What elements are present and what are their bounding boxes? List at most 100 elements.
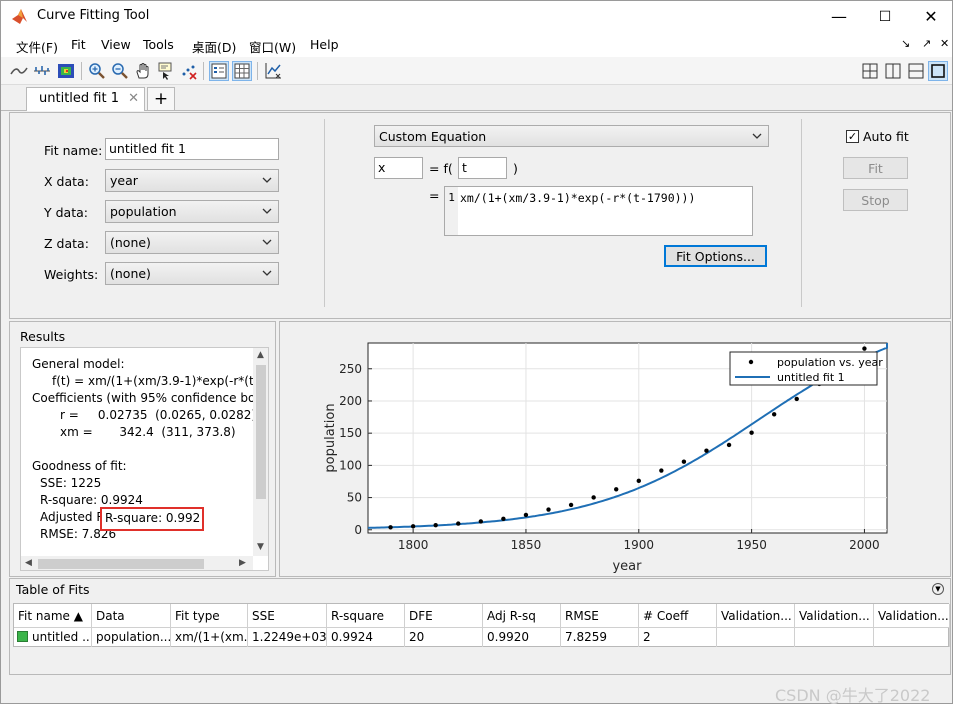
column-header-adj-r-sq[interactable]: Adj R-sq xyxy=(483,604,561,628)
y-tick-label: 250 xyxy=(339,362,362,376)
chevron-down-icon xyxy=(262,177,272,183)
column-header-rmse[interactable]: RMSE xyxy=(561,604,639,628)
menu-file[interactable]: 文件(F) xyxy=(16,37,58,56)
column-header-validation-3[interactable]: Validation... xyxy=(874,604,950,628)
x-tick-label: 1850 xyxy=(511,538,542,552)
data-point xyxy=(681,459,687,464)
matlab-logo-icon xyxy=(12,9,27,24)
grid-toggle-icon[interactable] xyxy=(232,61,252,81)
close-icon[interactable]: ✕ xyxy=(128,91,139,106)
results-line: R-square: 0.9924 xyxy=(40,493,143,507)
maximize-button[interactable]: ☐ xyxy=(862,1,908,32)
chevron-down-icon xyxy=(262,208,272,214)
undock-icon[interactable]: ↘ xyxy=(901,37,910,50)
watermark-text: CSDN @牛大了2022 xyxy=(775,686,931,705)
x-data-select[interactable]: year xyxy=(105,169,279,192)
column-header-coeff[interactable]: # Coeff xyxy=(639,604,717,628)
menu-desktop[interactable]: 桌面(D) xyxy=(192,37,236,56)
layout-single-icon[interactable] xyxy=(928,61,948,81)
layout-rows-icon[interactable] xyxy=(906,61,926,81)
z-data-select[interactable]: (none) xyxy=(105,231,279,254)
stop-button[interactable]: Stop xyxy=(843,189,908,211)
menu-help[interactable]: Help xyxy=(310,37,339,52)
chevron-down-icon xyxy=(752,133,762,139)
menu-view[interactable]: View xyxy=(101,37,131,52)
results-panel: Results General model: f(t) = xm/(1+(xm/… xyxy=(9,321,276,577)
independent-variable-input[interactable]: t xyxy=(458,157,507,179)
zoom-out-icon[interactable] xyxy=(110,61,130,81)
exclude-outliers-icon[interactable] xyxy=(179,61,199,81)
cell-dfe: 20 xyxy=(405,628,483,647)
y-tick-label: 100 xyxy=(339,458,362,472)
scroll-right-icon[interactable]: ▶ xyxy=(239,558,246,568)
results-text-area[interactable]: General model: f(t) = xm/(1+(xm/3.9-1)*e… xyxy=(20,347,269,571)
data-point xyxy=(636,478,641,484)
cell-validation-2 xyxy=(795,628,874,647)
new-fit-tab-button[interactable]: + xyxy=(147,87,175,111)
horizontal-scrollbar[interactable]: ◀ ▶ xyxy=(21,556,253,570)
axes-limits-icon[interactable] xyxy=(263,61,283,81)
dock-icon[interactable]: ↗ xyxy=(922,37,931,50)
layout-grid-icon[interactable] xyxy=(860,61,880,81)
toolbar xyxy=(1,57,952,85)
scroll-left-icon[interactable]: ◀ xyxy=(25,558,32,568)
column-header-r-square[interactable]: R-square xyxy=(327,604,405,628)
zoom-in-icon[interactable] xyxy=(87,61,107,81)
menu-fit[interactable]: Fit xyxy=(71,37,86,52)
equals-f-label: = f( xyxy=(429,161,453,176)
highlight-annotation: R-square: 0.992 xyxy=(100,507,204,531)
y-tick-label: 150 xyxy=(339,426,362,440)
menu-bar: 文件(F) Fit View Tools 桌面(D) 窗口(W) Help ↘ … xyxy=(1,32,952,57)
scrollbar-thumb[interactable] xyxy=(38,559,204,569)
data-cursor-icon[interactable] xyxy=(156,61,176,81)
column-header-sse[interactable]: SSE xyxy=(248,604,327,628)
fit-type-select[interactable]: Custom Equation xyxy=(374,125,769,147)
column-header-validation-2[interactable]: Validation... xyxy=(795,604,874,628)
vertical-scrollbar[interactable]: ▲ ▼ xyxy=(253,348,268,556)
fit-name-label: Fit name: xyxy=(44,143,103,158)
results-line: General model: xyxy=(32,357,125,371)
column-header-fit-name[interactable]: Fit name ▲ xyxy=(14,604,92,628)
fit-name-input[interactable]: untitled fit 1 xyxy=(105,138,279,160)
column-header-data[interactable]: Data xyxy=(92,604,171,628)
y-data-select[interactable]: population xyxy=(105,200,279,223)
tab-untitled-fit-1[interactable]: untitled fit 1 ✕ xyxy=(26,87,145,111)
toolbar-separator xyxy=(203,62,204,80)
y-data-label: Y data: xyxy=(44,205,88,220)
layout-columns-icon[interactable] xyxy=(883,61,903,81)
data-point xyxy=(388,525,393,530)
data-point xyxy=(704,448,709,453)
column-header-validation-1[interactable]: Validation... xyxy=(717,604,795,628)
minimize-button[interactable]: — xyxy=(816,1,862,32)
legend-toggle-icon[interactable] xyxy=(209,61,229,81)
main-plot-icon[interactable] xyxy=(9,61,29,81)
close-doc-icon[interactable]: ✕ xyxy=(940,37,949,50)
cell-fit-type: xm/(1+(xm... xyxy=(171,628,248,647)
data-point xyxy=(501,516,506,521)
menu-tools[interactable]: Tools xyxy=(143,37,174,52)
scroll-up-icon[interactable]: ▲ xyxy=(257,350,264,360)
dependent-variable-input[interactable]: x xyxy=(374,157,423,179)
legend[interactable]: population vs. year untitled fit 1 xyxy=(729,351,883,386)
fit-options-button[interactable]: Fit Options... xyxy=(664,245,767,267)
fit-button[interactable]: Fit xyxy=(843,157,908,179)
scrollbar-thumb[interactable] xyxy=(256,365,266,499)
menu-window[interactable]: 窗口(W) xyxy=(249,37,296,56)
equation-editor[interactable]: 1 xm/(1+(xm/3.9-1)*exp(-r*(t-1790))) xyxy=(444,186,753,236)
toolbar-separator xyxy=(257,62,258,80)
fit-plot[interactable]: 1800 1850 1900 1950 2000 0 50 100 150 200 250 year… xyxy=(280,322,950,576)
residuals-plot-icon[interactable] xyxy=(32,61,52,81)
auto-fit-checkbox[interactable]: ✓ xyxy=(846,130,859,143)
contour-plot-icon[interactable] xyxy=(56,61,76,81)
data-point xyxy=(591,495,596,500)
weights-select[interactable]: (none) xyxy=(105,262,279,285)
scroll-down-icon[interactable]: ▼ xyxy=(257,542,264,552)
column-header-fit-type[interactable]: Fit type xyxy=(171,604,248,628)
results-line: SSE: 1225 xyxy=(40,476,102,490)
collapse-icon[interactable]: ▼ xyxy=(932,583,944,595)
data-point xyxy=(771,412,777,417)
close-window-button[interactable]: ✕ xyxy=(908,1,952,32)
highlight-text: R-square: 0.992 xyxy=(105,511,201,525)
column-header-dfe[interactable]: DFE xyxy=(405,604,483,628)
pan-hand-icon[interactable] xyxy=(133,61,153,81)
